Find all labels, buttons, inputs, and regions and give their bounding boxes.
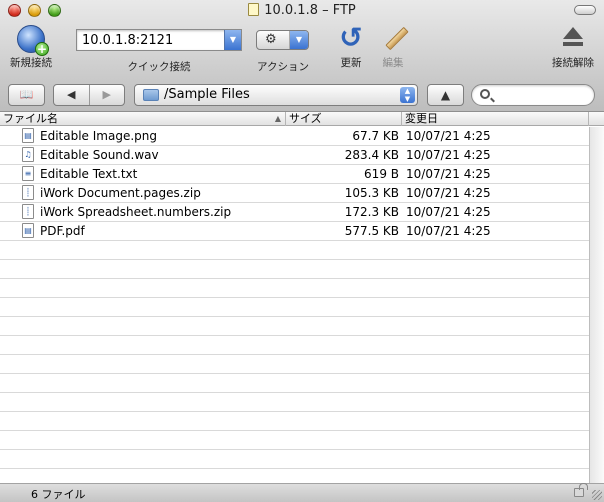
chevron-down-icon[interactable]: ▼	[224, 30, 241, 50]
empty-row	[0, 241, 589, 260]
file-modified: 10/07/21 4:25	[406, 186, 491, 200]
status-bar: 6 ファイル	[0, 483, 604, 502]
action-menu-button[interactable]: ⚙ ▼	[256, 30, 309, 50]
empty-row	[0, 355, 589, 374]
file-row[interactable]: ≡ Editable Text.txt 619 B 10/07/21 4:25	[0, 165, 589, 184]
search-field[interactable]	[471, 84, 595, 106]
image-file-icon: ▤	[22, 128, 34, 143]
gear-icon: ⚙	[265, 32, 277, 47]
empty-row	[0, 279, 589, 298]
empty-row	[0, 450, 589, 469]
file-size: 283.4 KB	[344, 148, 399, 162]
sort-ascending-icon: ▲	[274, 114, 281, 123]
item-count: 6 ファイル	[31, 488, 86, 501]
empty-row	[0, 336, 589, 355]
size-column-header[interactable]: サイズ	[286, 112, 402, 126]
file-size: 172.3 KB	[344, 205, 399, 219]
new-connection-button[interactable]: + 新規接続	[6, 25, 56, 70]
search-input[interactable]	[496, 87, 586, 103]
empty-row	[0, 393, 589, 412]
vertical-scrollbar[interactable]	[589, 127, 604, 483]
file-name: PDF.pdf	[40, 224, 85, 238]
name-column-header[interactable]: ファイル名 ▲	[0, 112, 286, 126]
updown-chevron-icon: ▲ ▼	[400, 87, 415, 103]
folder-icon	[143, 89, 159, 101]
path-select[interactable]: /Sample Files ▲ ▼	[134, 84, 418, 106]
document-icon	[248, 3, 260, 16]
quick-connect-combo[interactable]: ▼	[76, 29, 242, 51]
file-name: Editable Image.png	[40, 129, 157, 143]
file-row[interactable]: ┊ iWork Spreadsheet.numbers.zip 172.3 KB 10…	[0, 203, 589, 222]
globe-add-icon: +	[17, 25, 49, 56]
empty-row	[0, 317, 589, 336]
file-size: 67.7 KB	[352, 129, 399, 143]
search-icon	[480, 89, 490, 99]
file-size: 619 B	[364, 167, 399, 181]
forward-button[interactable]: ▶	[88, 85, 125, 105]
edit-label: 編集	[382, 57, 404, 69]
file-name: Editable Sound.wav	[40, 148, 159, 162]
resize-grip[interactable]	[592, 490, 602, 500]
refresh-icon: ↺	[339, 21, 363, 54]
file-modified: 10/07/21 4:25	[406, 167, 491, 181]
window-title-area: 10.0.1.8 – FTP	[0, 3, 604, 18]
history-navigation: ◀ ▶	[53, 84, 125, 106]
file-modified: 10/07/21 4:25	[406, 148, 491, 162]
refresh-label: 更新	[340, 57, 362, 69]
action-caption: アクション	[250, 57, 316, 74]
toolbar-toggle-button[interactable]	[574, 5, 596, 15]
modified-column-header[interactable]: 変更日	[402, 112, 589, 126]
file-row[interactable]: ┊ iWork Document.pages.zip 105.3 KB 10/07/2…	[0, 184, 589, 203]
quick-connect-label: クイック接続	[127, 61, 191, 73]
file-size: 577.5 KB	[344, 224, 399, 238]
refresh-button[interactable]: ↺ 更新	[332, 23, 370, 70]
empty-row	[0, 298, 589, 317]
quick-connect-caption: クイック接続	[76, 57, 242, 74]
empty-row	[0, 374, 589, 393]
empty-row	[0, 412, 589, 431]
zip-file-icon: ┊	[22, 185, 34, 200]
disconnect-label: 接続解除	[552, 57, 594, 69]
lock-icon	[574, 483, 588, 497]
file-modified: 10/07/21 4:25	[406, 129, 491, 143]
audio-file-icon: ♫	[22, 147, 34, 162]
action-label: アクション	[257, 61, 309, 73]
window-title: 10.0.1.8 – FTP	[264, 3, 356, 18]
file-row[interactable]: ▤ Editable Image.png 67.7 KB 10/07/21 4:25	[0, 127, 589, 146]
file-modified: 10/07/21 4:25	[406, 224, 491, 238]
file-list-header: ファイル名 ▲ サイズ 変更日	[0, 112, 604, 126]
file-row[interactable]: ▤ PDF.pdf 577.5 KB 10/07/21 4:25	[0, 222, 589, 241]
pencil-icon	[378, 23, 409, 53]
bookmarks-button[interactable]: 📖	[8, 84, 45, 106]
file-name: iWork Document.pages.zip	[40, 186, 201, 200]
quick-connect-input[interactable]	[77, 30, 217, 50]
zip-file-icon: ┊	[22, 204, 34, 219]
file-name: iWork Spreadsheet.numbers.zip	[40, 205, 232, 219]
chevron-down-icon: ▼	[289, 31, 308, 49]
file-row[interactable]: ♫ Editable Sound.wav 283.4 KB 10/07/21 4:25	[0, 146, 589, 165]
file-list[interactable]: ▤ Editable Image.png 67.7 KB 10/07/21 4:25 ♫…	[0, 127, 589, 483]
window-chrome: 10.0.1.8 – FTP + 新規接続 ▼ クイック接続 ⚙ ▼ アクション…	[0, 0, 604, 112]
file-name: Editable Text.txt	[40, 167, 138, 181]
disconnect-button[interactable]: 接続解除	[546, 23, 600, 70]
file-modified: 10/07/21 4:25	[406, 205, 491, 219]
edit-button[interactable]: 編集	[374, 23, 412, 70]
name-column-label: ファイル名	[3, 112, 58, 125]
size-column-label: サイズ	[289, 112, 322, 125]
book-icon: 📖	[19, 88, 34, 101]
pdf-file-icon: ▤	[22, 223, 34, 238]
current-path: /Sample Files	[164, 87, 250, 102]
text-file-icon: ≡	[22, 166, 34, 181]
back-button[interactable]: ◀	[54, 85, 89, 105]
eject-icon	[558, 23, 588, 53]
new-connection-label: 新規接続	[10, 57, 52, 69]
parent-folder-button[interactable]: ▲	[427, 84, 464, 106]
empty-row	[0, 431, 589, 450]
modified-column-label: 変更日	[405, 112, 438, 125]
file-size: 105.3 KB	[344, 186, 399, 200]
empty-row	[0, 260, 589, 279]
